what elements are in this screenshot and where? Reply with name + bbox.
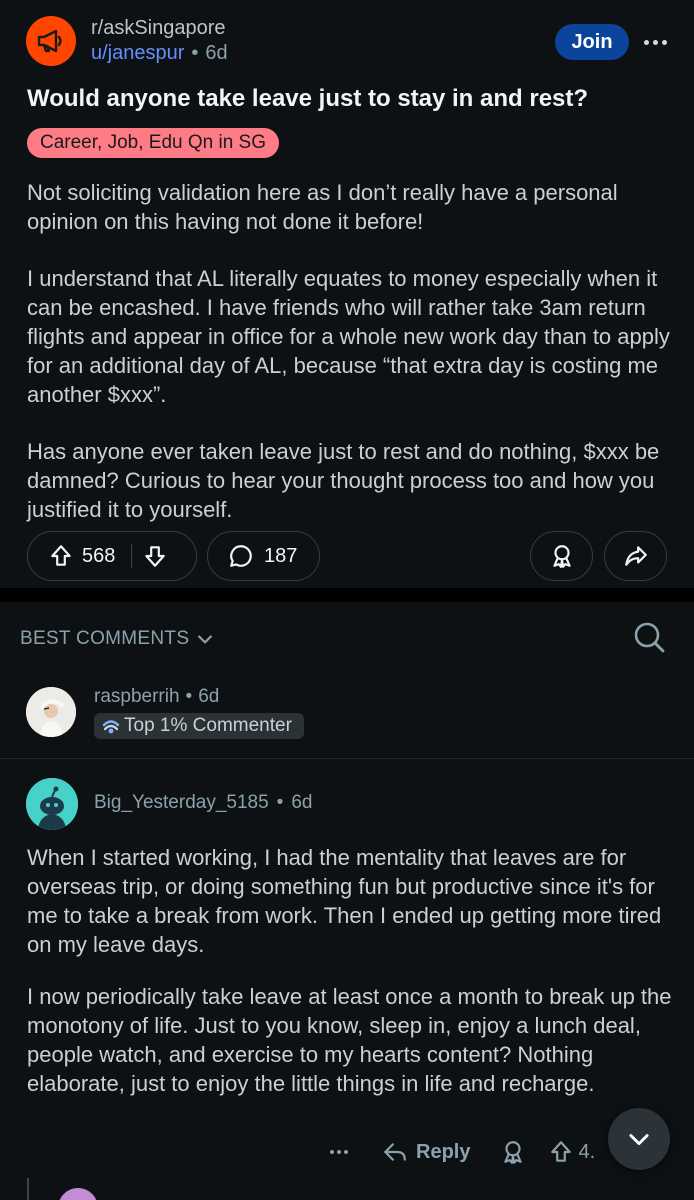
upvote-icon — [551, 1141, 572, 1162]
award-icon[interactable] — [500, 1139, 526, 1165]
comments-sort-bar: BEST COMMENTS — [0, 602, 694, 676]
comment-divider — [0, 758, 694, 759]
more-icon — [330, 1150, 334, 1154]
comment-upvote[interactable]: 4. — [548, 1139, 595, 1165]
more-options-button[interactable] — [640, 30, 670, 54]
reply-label: Reply — [416, 1140, 471, 1163]
snoo-avatar-icon — [26, 778, 78, 830]
comment-age: 6d — [198, 686, 220, 707]
more-icon — [643, 39, 649, 45]
join-button[interactable]: Join — [555, 24, 629, 60]
meta-separator: • — [191, 42, 199, 64]
downvote-icon[interactable] — [142, 543, 168, 569]
meta-separator: • — [276, 792, 284, 813]
chevron-down-icon — [198, 635, 213, 644]
post-score: 568 — [82, 544, 116, 567]
comment-body: When I started working, I had the mental… — [27, 843, 687, 1121]
thread-line[interactable] — [27, 1178, 29, 1200]
subreddit-name[interactable]: r/askSingapore — [91, 17, 226, 40]
post-body: Not soliciting validation here as I don’… — [27, 178, 677, 552]
avatar[interactable] — [26, 687, 76, 737]
comment-author-row: raspberrih • 6d — [94, 686, 219, 708]
comment-age: 6d — [291, 792, 313, 813]
badge-label: Top 1% Commenter — [124, 715, 292, 736]
reply-button[interactable]: Reply — [382, 1139, 470, 1165]
post-age: 6d — [205, 42, 228, 64]
vote-pill: 568 — [27, 531, 197, 581]
comment-count: 187 — [264, 544, 298, 567]
comments-button[interactable]: 187 — [207, 531, 320, 581]
post-paragraph: I understand that AL literally equates t… — [27, 266, 670, 407]
vote-divider — [131, 544, 133, 568]
comment-icon — [230, 545, 252, 567]
share-button[interactable] — [604, 531, 667, 581]
comment-author-row: Big_Yesterday_5185 • 6d — [94, 792, 312, 814]
post-paragraph: Has anyone ever taken leave just to rest… — [27, 439, 660, 522]
sort-dropdown[interactable]: BEST COMMENTS — [20, 628, 215, 650]
award-icon — [552, 545, 571, 568]
post-paragraph: Not soliciting validation here as I don’… — [27, 180, 618, 234]
meta-separator: • — [185, 686, 193, 707]
scroll-down-icon — [629, 1134, 649, 1146]
comment-score: 4. — [578, 1140, 596, 1163]
top-commenter-icon — [102, 720, 120, 734]
comment-username[interactable]: raspberrih — [94, 686, 180, 708]
subreddit-avatar[interactable] — [26, 16, 76, 66]
upvote-icon[interactable] — [48, 543, 74, 569]
scroll-down-button[interactable] — [608, 1108, 670, 1170]
megaphone-icon — [37, 29, 62, 53]
comment-more-button[interactable] — [330, 1150, 360, 1154]
avatar[interactable] — [58, 1188, 98, 1200]
reply-icon — [384, 1143, 406, 1161]
comment-paragraph: When I started working, I had the mental… — [27, 845, 662, 957]
section-separator — [0, 588, 694, 602]
post-flair[interactable]: Career, Job, Edu Qn in SG — [27, 128, 280, 158]
post-card: r/askSingapore u/janespur • 6d Join Woul… — [0, 0, 694, 588]
user-avatar-icon — [26, 687, 76, 737]
comment-actions: Reply 4. — [330, 1134, 595, 1170]
post-meta: u/janespur • 6d — [91, 42, 228, 65]
avatar[interactable] — [26, 778, 78, 830]
comment-username[interactable]: Big_Yesterday_5185 — [94, 792, 269, 814]
post-author[interactable]: u/janespur — [91, 42, 184, 65]
search-icon[interactable] — [632, 620, 666, 654]
post-title[interactable]: Would anyone take leave just to stay in … — [27, 84, 677, 114]
share-icon — [624, 546, 647, 566]
award-button[interactable] — [530, 531, 593, 581]
sort-label: BEST COMMENTS — [20, 628, 190, 649]
commenter-badge: Top 1% Commenter — [94, 713, 304, 739]
comment-paragraph: I now periodically take leave at least o… — [27, 984, 672, 1096]
